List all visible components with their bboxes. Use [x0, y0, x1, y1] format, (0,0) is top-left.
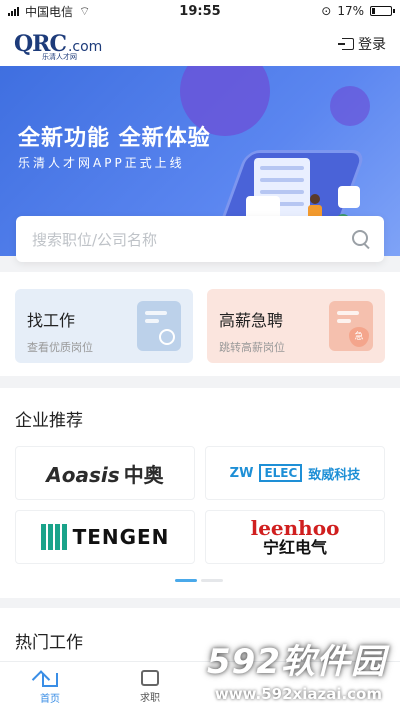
company-card-leenhoo[interactable]: leenhoo 宁红电气	[205, 510, 385, 564]
login-button[interactable]: 登录	[338, 34, 386, 54]
tab-label: 求职	[140, 692, 160, 704]
tab-home[interactable]: 首页	[0, 662, 100, 711]
company-card-aoasis[interactable]: Aoasis 中奥	[15, 446, 195, 500]
banner-title: 全新功能 全新体验	[18, 126, 211, 151]
search-placeholder: 搜索职位/公司名称	[32, 230, 158, 249]
urgent-badge: 急	[349, 327, 369, 347]
tab-placeholder[interactable]	[300, 662, 400, 711]
company-logo: Aoasis 中奥	[46, 462, 164, 487]
bottom-tab-bar: 首页 求职	[0, 661, 400, 711]
urgent-hiring-card[interactable]: 高薪急聘 跳转高薪岗位 急	[207, 289, 385, 363]
company-logo: ZW ELEC 致威科技	[229, 464, 361, 483]
login-icon	[338, 38, 354, 50]
app-header: QRC .com 乐清人才网 登录	[0, 22, 400, 66]
battery-icon	[370, 6, 395, 16]
home-icon	[42, 672, 58, 687]
company-card-tengen[interactable]: TENGEN	[15, 510, 195, 564]
pager-dot[interactable]	[175, 579, 197, 582]
urgent-document-icon: 急	[329, 301, 373, 351]
search-icon[interactable]	[352, 230, 370, 248]
document-search-icon	[137, 301, 181, 351]
status-bar: 中国电信 ⌔ 19:55 ⊙ 17%	[0, 0, 400, 22]
tengen-mark-icon	[40, 524, 67, 550]
tab-jobs[interactable]: 求职	[100, 662, 200, 711]
section-title: 企业推荐	[15, 411, 83, 431]
carousel-pager[interactable]	[175, 579, 223, 582]
quick-links-section: 找工作 查看优质岗位 高薪急聘 跳转高薪岗位 急	[0, 272, 400, 376]
job-search-icon	[141, 669, 159, 686]
status-time: 19:55	[179, 3, 221, 19]
hot-jobs-section: 热门工作	[0, 608, 400, 668]
find-job-card[interactable]: 找工作 查看优质岗位	[15, 289, 193, 363]
logo-subtitle: 乐清人才网	[42, 53, 77, 61]
pager-dot[interactable]	[201, 579, 223, 582]
check-card-illustration	[338, 186, 360, 208]
company-recommend-section: 企业推荐 Aoasis 中奥 ZW ELEC 致威科技 TENGEN leenho…	[0, 388, 400, 598]
banner-subtitle: 乐清人才网APP正式上线	[18, 156, 185, 170]
company-card-zwelec[interactable]: ZW ELEC 致威科技	[205, 446, 385, 500]
company-logo: leenhoo 宁红电气	[250, 516, 340, 557]
login-label: 登录	[358, 37, 386, 53]
section-title: 热门工作	[15, 633, 83, 653]
tab-placeholder[interactable]	[200, 662, 300, 711]
tab-label: 首页	[40, 693, 60, 705]
banner-decoration	[330, 86, 370, 126]
company-logo: TENGEN	[40, 524, 170, 550]
search-input[interactable]: 搜索职位/公司名称	[16, 216, 384, 262]
